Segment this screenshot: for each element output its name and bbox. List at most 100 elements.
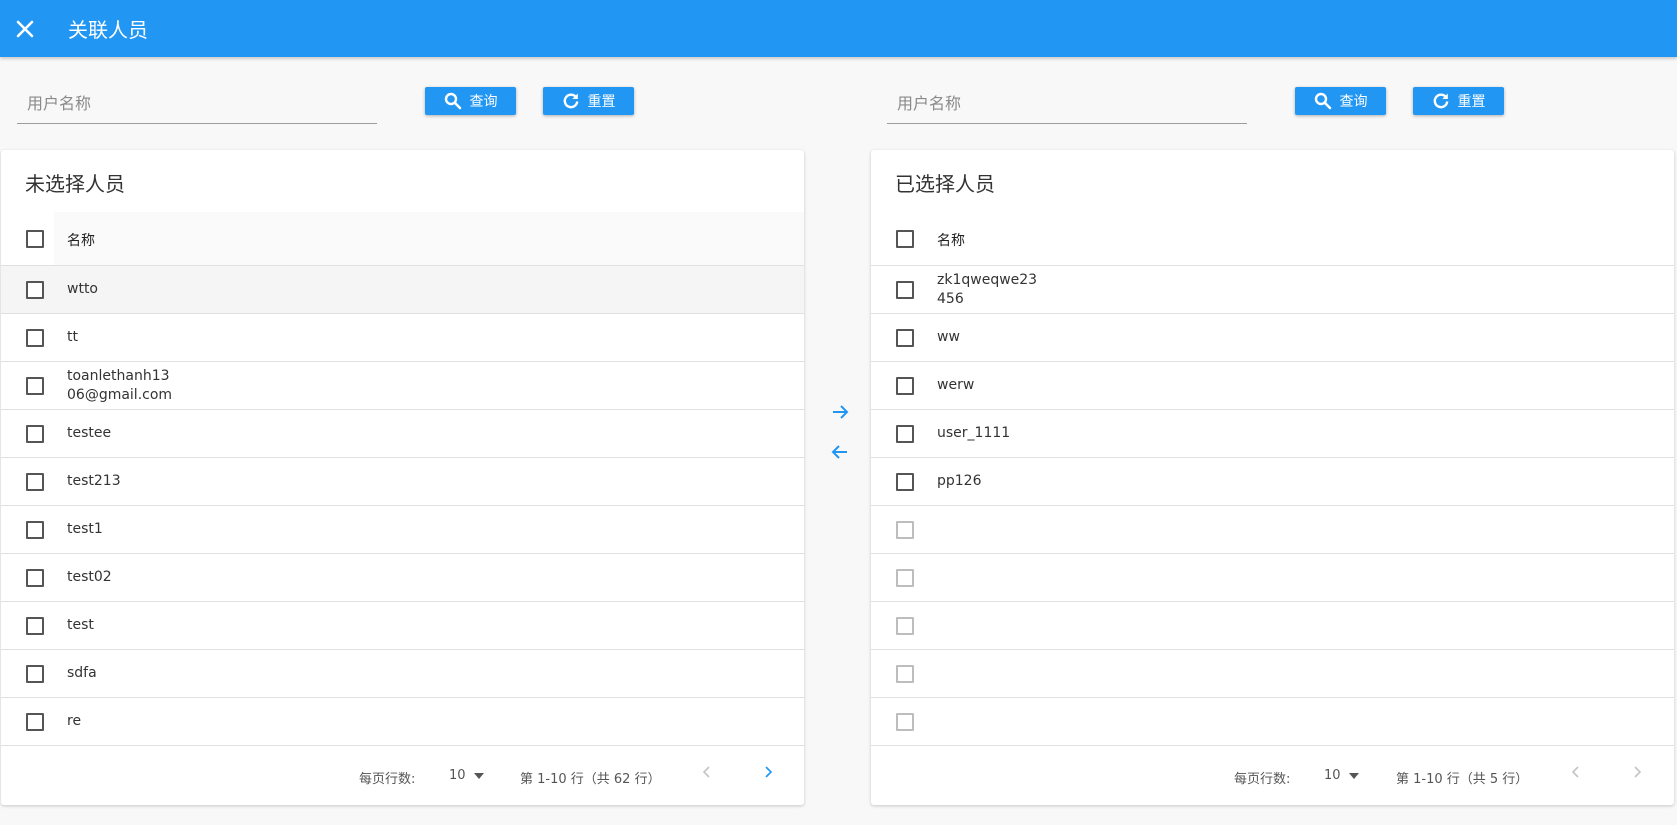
left-reset-label: 重置 xyxy=(587,94,616,110)
table-row[interactable]: test02 xyxy=(1,554,804,602)
unselected-panel-title: 未选择人员 xyxy=(25,172,125,196)
left-search-input[interactable] xyxy=(17,84,377,123)
row-name: werw xyxy=(937,377,975,393)
right-search-input[interactable] xyxy=(887,84,1247,123)
unselected-panel: 未选择人员 名称 wtto tt toanlethanh13 06@gmail.… xyxy=(1,150,804,805)
row-checkbox[interactable] xyxy=(26,377,44,395)
close-icon xyxy=(16,20,34,37)
row-name: pp126 xyxy=(937,473,982,489)
selected-panel: 已选择人员 名称 zk1qweqwe23 456 ww werw user_11… xyxy=(871,150,1674,805)
right-reset-button[interactable]: 重置 xyxy=(1413,87,1504,115)
row-checkbox[interactable] xyxy=(896,521,914,539)
table-row[interactable]: test213 xyxy=(1,458,804,506)
table-row[interactable]: testee xyxy=(1,410,804,458)
table-row[interactable]: pp126 xyxy=(871,458,1674,506)
chevron-left-icon xyxy=(702,766,710,778)
table-header: 名称 xyxy=(1,212,804,266)
table-row[interactable]: sdfa xyxy=(1,650,804,698)
row-checkbox[interactable] xyxy=(26,329,44,347)
prev-page-button[interactable] xyxy=(699,764,715,784)
row-checkbox[interactable] xyxy=(26,521,44,539)
chevron-left-icon xyxy=(1571,766,1579,778)
move-right-button[interactable] xyxy=(825,397,855,427)
row-checkbox[interactable] xyxy=(26,617,44,635)
row-checkbox[interactable] xyxy=(896,281,914,299)
dropdown-arrow-icon xyxy=(473,772,484,779)
row-checkbox[interactable] xyxy=(26,713,44,731)
search-icon xyxy=(444,92,461,110)
table-row[interactable]: tt xyxy=(1,314,804,362)
row-name: sdfa xyxy=(67,665,97,681)
dropdown-arrow-icon xyxy=(1348,772,1359,779)
row-name: test xyxy=(67,617,94,633)
table-row[interactable]: zk1qweqwe23 456 xyxy=(871,266,1674,314)
arrow-left-icon xyxy=(831,445,847,459)
arrow-right-icon xyxy=(833,405,849,419)
table-row[interactable]: test1 xyxy=(1,506,804,554)
pagination: 每页行数: 10 第 1-10 行（共 62 行） xyxy=(1,749,804,805)
dialog-title: 关联人员 xyxy=(68,18,148,42)
move-left-button[interactable] xyxy=(825,437,855,467)
row-name: test02 xyxy=(67,569,112,585)
row-checkbox[interactable] xyxy=(896,377,914,395)
row-checkbox[interactable] xyxy=(896,569,914,587)
table-row[interactable]: wtto xyxy=(1,266,804,314)
app-bar: 关联人员 xyxy=(0,0,1677,57)
rows-per-page-value: 10 xyxy=(1324,768,1341,783)
row-name: user_1111 xyxy=(937,425,1011,441)
row-checkbox[interactable] xyxy=(896,665,914,683)
right-search-field xyxy=(887,84,1247,124)
table-row[interactable]: werw xyxy=(871,362,1674,410)
left-query-button[interactable]: 查询 xyxy=(425,87,516,115)
rows-per-page-select[interactable]: 10 xyxy=(1324,768,1359,783)
row-name: testee xyxy=(67,425,112,441)
row-checkbox[interactable] xyxy=(896,473,914,491)
refresh-icon xyxy=(1433,93,1448,109)
left-query-label: 查询 xyxy=(469,94,498,110)
row-checkbox[interactable] xyxy=(26,665,44,683)
row-name: toanlethanh13 06@gmail.com xyxy=(67,367,173,403)
select-all-checkbox[interactable] xyxy=(26,230,44,248)
select-all-checkbox[interactable] xyxy=(896,230,914,248)
rows-per-page-label: 每页行数: xyxy=(1234,772,1291,787)
empty-row xyxy=(871,650,1674,698)
page-range: 第 1-10 行（共 5 行） xyxy=(1396,772,1529,787)
row-checkbox[interactable] xyxy=(26,473,44,491)
left-reset-button[interactable]: 重置 xyxy=(543,87,634,115)
row-name: ww xyxy=(937,329,960,345)
table-row[interactable]: test xyxy=(1,602,804,650)
table-row[interactable]: re xyxy=(1,698,804,746)
left-search-bar: 查询 重置 xyxy=(0,78,820,128)
rows-per-page-value: 10 xyxy=(449,768,466,783)
row-name: zk1qweqwe23 456 xyxy=(937,271,1038,307)
row-checkbox[interactable] xyxy=(896,425,914,443)
table-row[interactable]: user_1111 xyxy=(871,410,1674,458)
right-search-bar: 查询 重置 xyxy=(870,78,1677,128)
empty-row xyxy=(871,554,1674,602)
row-checkbox[interactable] xyxy=(896,329,914,347)
rows-per-page-select[interactable]: 10 xyxy=(449,768,484,783)
row-checkbox[interactable] xyxy=(26,569,44,587)
search-icon xyxy=(1314,92,1331,110)
row-name: tt xyxy=(67,329,78,345)
empty-row xyxy=(871,698,1674,746)
row-name: re xyxy=(67,713,82,729)
rows-per-page-label: 每页行数: xyxy=(359,772,416,787)
left-search-field xyxy=(17,84,377,124)
pagination: 每页行数: 10 第 1-10 行（共 5 行） xyxy=(871,749,1674,805)
prev-page-button[interactable] xyxy=(1568,764,1584,784)
next-page-button[interactable] xyxy=(760,764,776,784)
row-name: test1 xyxy=(67,521,103,537)
empty-row xyxy=(871,506,1674,554)
row-checkbox[interactable] xyxy=(896,617,914,635)
close-button[interactable] xyxy=(12,16,38,42)
right-query-button[interactable]: 查询 xyxy=(1295,87,1386,115)
row-checkbox[interactable] xyxy=(26,425,44,443)
table-row[interactable]: toanlethanh13 06@gmail.com xyxy=(1,362,804,410)
table-row[interactable]: ww xyxy=(871,314,1674,362)
row-checkbox[interactable] xyxy=(896,713,914,731)
next-page-button[interactable] xyxy=(1629,764,1645,784)
chevron-right-icon xyxy=(765,766,773,778)
table-header: 名称 xyxy=(871,212,1674,266)
row-checkbox[interactable] xyxy=(26,281,44,299)
